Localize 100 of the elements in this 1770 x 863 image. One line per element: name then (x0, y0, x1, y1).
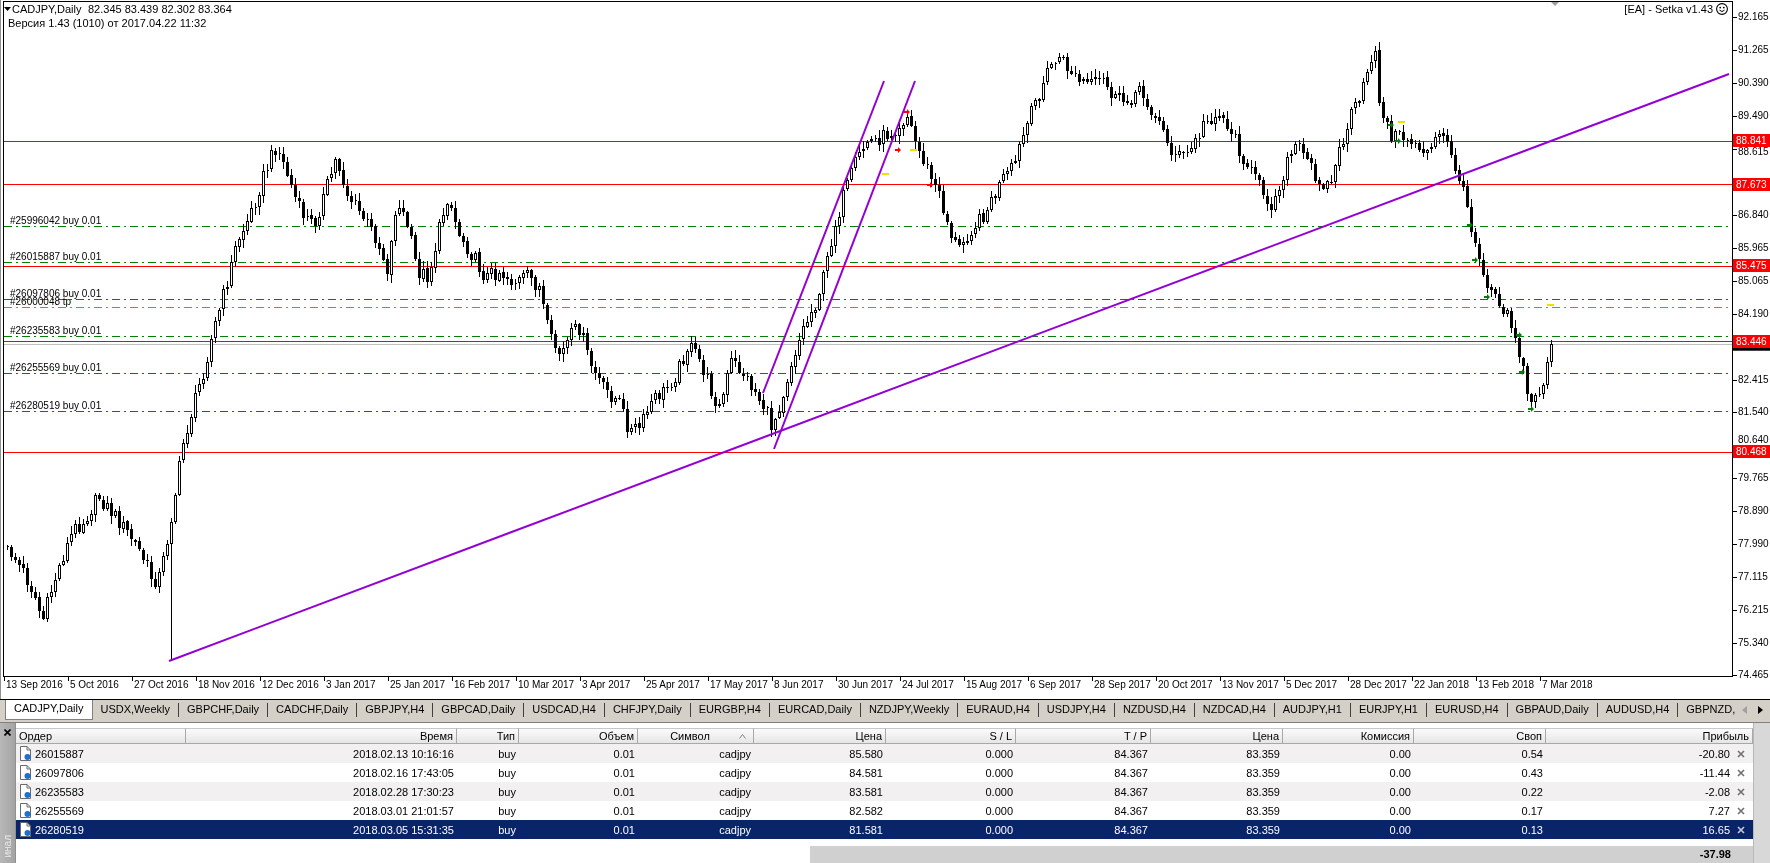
date-axis-label: 12 Dec 2016 (262, 680, 319, 690)
chart-tab[interactable]: EURCAD,Daily (769, 700, 860, 719)
chart-tab[interactable]: USDJPY,H4 (1038, 700, 1114, 719)
dash-marker-icon (882, 173, 889, 175)
table-cell-text: 0.01 (613, 822, 635, 838)
column-header[interactable]: Ордер (16, 728, 186, 744)
chart-tab[interactable]: CADCHF,Daily (268, 700, 357, 719)
table-cell-text: 0.000 (985, 822, 1013, 838)
table-cell-text: 2018.02.28 17:30:23 (353, 784, 454, 800)
document-icon (19, 746, 32, 761)
table-cell-text: 26255569 (35, 803, 84, 819)
column-header[interactable]: S / L (886, 728, 1016, 744)
chart-tab[interactable]: GBPCAD,Daily (433, 700, 524, 719)
table-cell-text: 26097806 (35, 765, 84, 781)
date-axis-label: 16 Feb 2017 (454, 680, 511, 690)
date-axis-label: 18 Nov 2016 (198, 680, 255, 690)
table-cell-text: 83.359 (1246, 822, 1280, 838)
date-axis-label: 20 Oct 2017 (1158, 680, 1213, 690)
order-row[interactable]: 26280519 2018.03.05 15:31:35 buy 0.01 cadjpy 81.581 0.000 84.367 83.359 0.00 0.13 16.65 (16, 820, 1753, 839)
price-axis-label: 91.265 (1738, 45, 1769, 56)
price-level-tag: 83.446 (1733, 334, 1770, 348)
table-cell-text: 82.582 (849, 803, 883, 819)
date-axis-label: 5 Dec 2017 (1286, 680, 1338, 690)
column-header[interactable]: T / P (1016, 728, 1151, 744)
chart-tab[interactable]: NZDJPY,Weekly (860, 700, 958, 719)
table-cell-text: 84.367 (1114, 822, 1148, 838)
order-row[interactable]: 26015887 2018.02.13 10:16:16 buy 0.01 cadjpy 85.580 0.000 84.367 83.359 0.00 0.54 -20.80 (16, 744, 1753, 763)
table-cell-text: 0.000 (985, 746, 1013, 762)
chart-tab[interactable]: GBPJPY,H4 (357, 700, 433, 719)
table-cell-text: 0.13 (1521, 822, 1543, 838)
column-header[interactable]: Комиссия (1283, 728, 1414, 744)
trade-arrow-icon (895, 147, 901, 153)
price-axis-label: 90.390 (1738, 78, 1769, 88)
table-cell-text: 84.367 (1114, 746, 1148, 762)
close-icon[interactable] (1737, 787, 1745, 796)
column-header[interactable]: Символ (638, 728, 754, 744)
table-cell-text: buy (498, 746, 516, 762)
chart-tab[interactable]: USDCAD,H4 (524, 700, 604, 719)
chart-tab[interactable]: NZDUSD,H4 (1114, 700, 1194, 719)
table-cell-text: 0.43 (1521, 765, 1543, 781)
ohlc-values: 82.345 83.439 82.302 83.364 (88, 3, 232, 15)
chart-tab[interactable]: EURJPY,H1 (1350, 700, 1426, 719)
price-axis-label: 92.165 (1738, 12, 1769, 22)
terminal-side-label: инал (1, 835, 14, 858)
chart-tab[interactable]: GBPNZD, (1678, 700, 1738, 719)
price-axis-label: 77.115 (1738, 571, 1768, 582)
table-cell-text: 0.000 (985, 803, 1013, 819)
chart-tab[interactable]: AUDUSD,H4 (1597, 700, 1678, 719)
chart-tab[interactable]: EURAUD,H4 (958, 700, 1038, 719)
order-row[interactable]: 26235583 2018.02.28 17:30:23 buy 0.01 cadjpy 83.581 0.000 84.367 83.359 0.00 0.22 -2.08 (16, 782, 1753, 801)
scroll-right-icon[interactable] (1758, 706, 1763, 714)
chart-tab[interactable]: CADJPY,Daily (5, 700, 93, 720)
price-axis-label: 76.215 (1738, 605, 1769, 615)
chart-tab[interactable]: EURUSD,H4 (1427, 700, 1507, 719)
price-level-tag: 88.841 (1733, 134, 1770, 148)
close-icon[interactable] (1737, 806, 1745, 815)
column-header[interactable]: Объем (519, 728, 638, 744)
price-axis-label: 75.340 (1738, 637, 1769, 648)
chart-tab[interactable]: EURGBP,H4 (690, 700, 769, 719)
date-axis-label: 3 Apr 2017 (582, 680, 631, 690)
column-header[interactable]: Тип (457, 728, 519, 744)
column-header[interactable]: Цена (1151, 728, 1283, 744)
table-cell-text: 2018.02.13 10:16:16 (353, 746, 454, 762)
close-icon[interactable] (1737, 768, 1745, 777)
date-axis-label: 6 Sep 2017 (1030, 680, 1082, 690)
column-header[interactable]: Цена (754, 728, 886, 744)
table-cell-text: 84.367 (1114, 765, 1148, 781)
chart-tab[interactable]: CHFJPY,Daily (604, 700, 690, 719)
date-axis-label: 30 Jun 2017 (838, 680, 894, 690)
document-icon (19, 784, 32, 799)
close-icon[interactable] (1737, 749, 1745, 758)
chart-tab[interactable]: NZDCAD,H4 (1194, 700, 1274, 719)
column-header[interactable]: Своп (1414, 728, 1546, 744)
dash-marker-icon (910, 149, 917, 151)
table-cell-text: buy (498, 765, 516, 781)
table-cell-text: 83.359 (1246, 784, 1280, 800)
table-cell-text: 83.581 (849, 784, 883, 800)
price-axis-label: 89.490 (1738, 111, 1769, 122)
chart-tab[interactable]: GBPAUD,Daily (1507, 700, 1597, 719)
chart-symbol: CADJPY,Daily (12, 3, 82, 15)
date-axis-label: 15 Aug 2017 (966, 680, 1023, 690)
take-profit-label: #26000048 tp (10, 298, 72, 306)
column-header[interactable]: Прибыль (1546, 728, 1753, 744)
table-cell-text: 83.359 (1246, 803, 1280, 819)
dash-marker-icon (1398, 121, 1405, 123)
table-cell-text: 0.000 (985, 765, 1013, 781)
table-cell-text: 0.01 (613, 765, 635, 781)
table-cell-text: 0.01 (613, 746, 635, 762)
price-level-tag: 87.673 (1733, 177, 1770, 191)
table-cell-text: 26235583 (35, 784, 84, 800)
order-line-label: #26015887 buy 0.01 (10, 253, 102, 261)
price-axis-label: 81.540 (1738, 407, 1769, 418)
close-icon[interactable] (4, 729, 11, 736)
column-header[interactable]: Время (186, 728, 457, 744)
chart-tab[interactable]: AUDJPY,H1 (1274, 700, 1350, 719)
date-axis-label: 8 Jun 2017 (774, 680, 824, 690)
chart-tab[interactable]: GBPCHF,Daily (179, 700, 268, 719)
table-cell-text: 83.359 (1246, 746, 1280, 762)
chart-tab[interactable]: USDX,Weekly (92, 700, 178, 719)
date-axis-label: 28 Dec 2017 (1350, 680, 1407, 690)
